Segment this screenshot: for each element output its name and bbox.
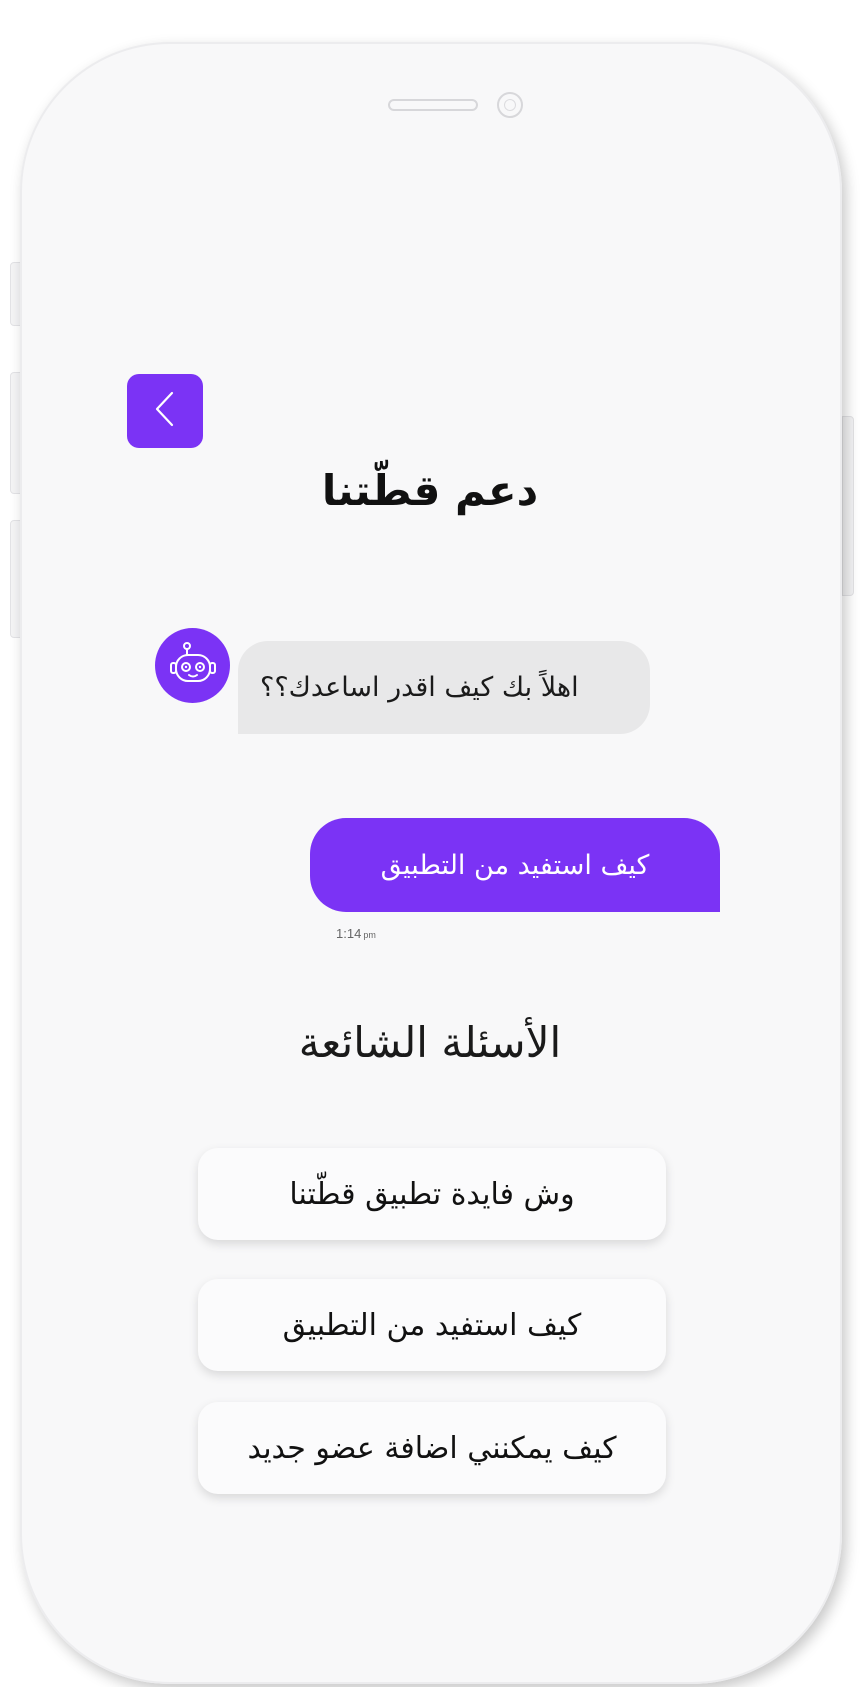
stage: دعم قطّتنا اهلاً بك كيف اقدر اساعدك؟؟ كي… <box>0 0 866 1687</box>
bot-message-bubble: اهلاً بك كيف اقدر اساعدك؟؟ <box>238 641 650 734</box>
faq-item[interactable]: كيف استفيد من التطبيق <box>198 1279 666 1371</box>
message-timestamp: 1:14 pm <box>336 926 376 941</box>
faq-item[interactable]: كيف يمكنني اضافة عضو جديد <box>198 1402 666 1494</box>
faq-heading: الأسئلة الشائعة <box>298 1018 562 1067</box>
faq-item[interactable]: وش فايدة تطبيق قطّتنا <box>198 1148 666 1240</box>
faq-item-label: كيف يمكنني اضافة عضو جديد <box>247 1430 617 1466</box>
earpiece-speaker <box>388 99 478 111</box>
bot-avatar <box>155 628 230 703</box>
chevron-left-icon <box>152 389 178 433</box>
front-camera <box>497 92 523 118</box>
back-button[interactable] <box>127 374 203 448</box>
bot-message-text: اهلاً بك كيف اقدر اساعدك؟؟ <box>260 672 579 703</box>
timestamp-time: 1:14 <box>336 926 362 941</box>
user-message-text: كيف استفيد من التطبيق <box>380 849 650 881</box>
faq-item-label: وش فايدة تطبيق قطّتنا <box>289 1176 575 1212</box>
timestamp-suffix: pm <box>363 930 376 940</box>
power-button <box>842 416 854 596</box>
faq-item-label: كيف استفيد من التطبيق <box>282 1307 582 1343</box>
user-message-bubble: كيف استفيد من التطبيق <box>310 818 720 912</box>
page-title: دعم قطّتنا <box>321 466 539 515</box>
robot-icon <box>169 640 217 692</box>
